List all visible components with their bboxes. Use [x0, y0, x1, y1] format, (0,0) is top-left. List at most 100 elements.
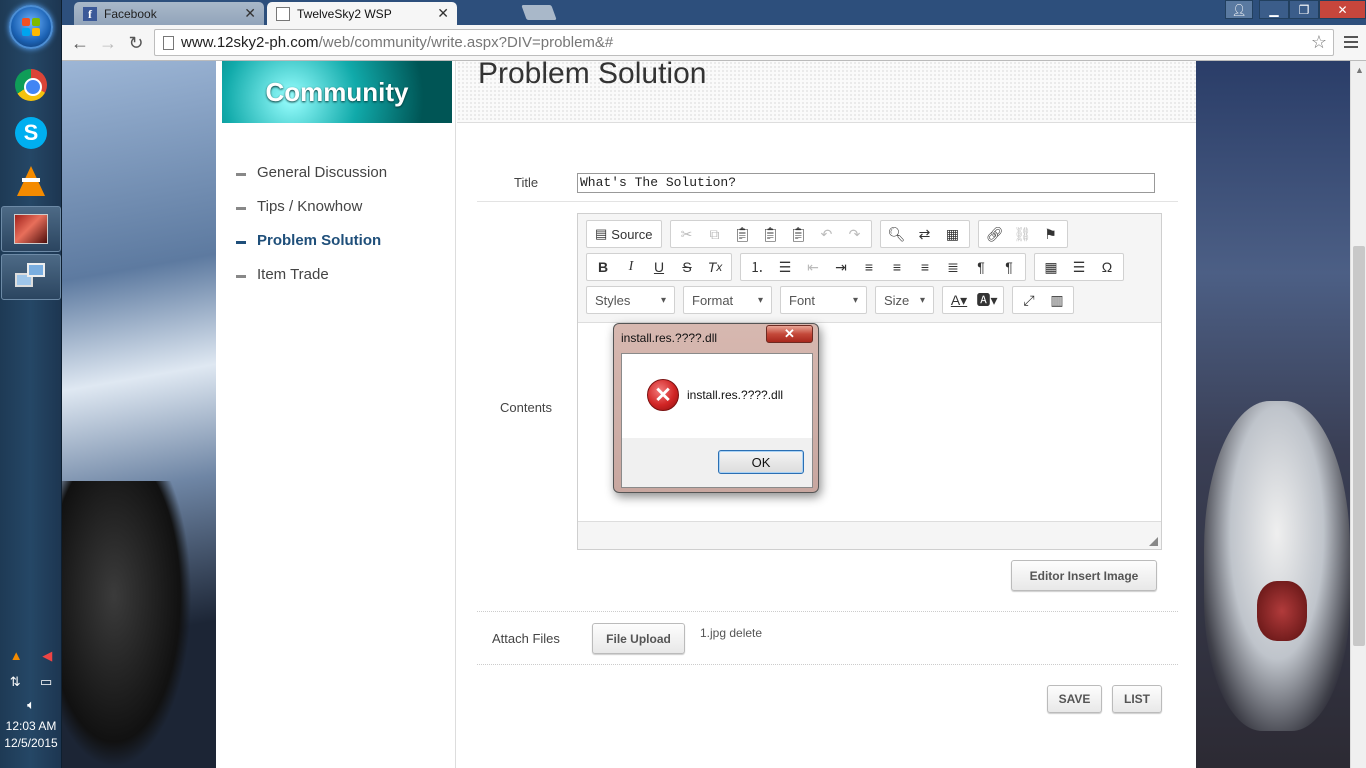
unlink-icon[interactable]: ⛓ [1009, 222, 1037, 246]
tab-facebook[interactable]: f Facebook ✕ [74, 2, 264, 25]
community-banner: Community [222, 61, 452, 123]
paste-icon[interactable]: 📋︎ [729, 222, 757, 246]
tab-label: TwelveSky2 WSP [297, 6, 392, 21]
vlc-tray-icon[interactable]: ▲ [10, 648, 23, 664]
clock-time: 12:03 AM [5, 719, 57, 733]
system-clock[interactable]: 12:03 AM 12/5/2015 [0, 718, 62, 752]
tab-twelvesky2[interactable]: TwelveSky2 WSP ✕ [267, 2, 457, 25]
format-dropdown[interactable]: Format [683, 286, 772, 314]
page-scrollbar[interactable]: ▲ [1350, 61, 1366, 768]
sidebar-item-item-trade[interactable]: Item Trade [236, 257, 387, 291]
sidebar-item-problem-solution[interactable]: Problem Solution [236, 223, 387, 257]
reload-button[interactable]: ↻ [124, 31, 148, 55]
background-tiger-mouth [1257, 581, 1307, 641]
align-left-icon[interactable]: ≡ [855, 255, 883, 279]
source-button[interactable]: ▤ Source [589, 222, 659, 246]
browser-tab-strip: f Facebook ✕ TwelveSky2 WSP ✕ 👤︎ ▁ ❐ ✕ [62, 0, 1366, 25]
justify-icon[interactable]: ≣ [939, 255, 967, 279]
maximize-icon[interactable]: ⤢ [1015, 288, 1043, 312]
sidebar-item-tips[interactable]: Tips / Knowhow [236, 189, 387, 223]
new-tab-button[interactable] [521, 5, 557, 20]
numbered-list-icon[interactable]: ⒈ [743, 255, 771, 279]
styles-dropdown[interactable]: Styles [586, 286, 675, 314]
horizontal-rule-icon[interactable]: ☰ [1065, 255, 1093, 279]
source-icon: ▤ [595, 226, 608, 241]
redo-icon[interactable]: ↷ [841, 222, 869, 246]
taskbar-vlc[interactable] [1, 158, 61, 204]
italic-icon[interactable]: I [617, 255, 645, 279]
minimize-button[interactable]: ▁ [1259, 0, 1289, 19]
bulleted-list-icon[interactable]: ☰ [771, 255, 799, 279]
close-tab-icon[interactable]: ✕ [437, 5, 449, 22]
indent-icon[interactable]: ⇥ [827, 255, 855, 279]
paste-text-icon[interactable]: 📋︎ [757, 222, 785, 246]
resize-grip-icon[interactable] [1149, 537, 1158, 546]
restore-button[interactable]: ❐ [1289, 0, 1319, 19]
file-upload-button[interactable]: File Upload [592, 623, 685, 654]
rtl-icon[interactable]: ¶ [995, 255, 1023, 279]
address-bar[interactable]: www.12sky2-ph.com/web/community/write.as… [154, 29, 1334, 56]
dash-icon [236, 207, 246, 210]
paste-word-icon[interactable]: 📋︎ [785, 222, 813, 246]
editor-insert-image-button[interactable]: Editor Insert Image [1011, 560, 1157, 591]
size-dropdown[interactable]: Size [875, 286, 934, 314]
action-center-tray-icon[interactable]: ▭ [40, 674, 52, 690]
background-character [62, 481, 192, 768]
list-button[interactable]: LIST [1112, 685, 1162, 713]
close-tab-icon[interactable]: ✕ [244, 5, 256, 22]
select-all-icon[interactable]: ▦ [939, 222, 967, 246]
table-icon[interactable]: ▦ [1037, 255, 1065, 279]
anchor-flag-icon[interactable]: ⚑ [1037, 222, 1065, 246]
volume-tray-icon[interactable]: 🔈︎ [27, 697, 35, 713]
speaker-muted-tray-icon[interactable]: ◀ [42, 648, 52, 664]
text-color-icon[interactable]: A▾ [945, 288, 973, 312]
find-icon[interactable]: 🔍︎ [883, 222, 911, 246]
copy-icon[interactable]: ⧉ [701, 222, 729, 246]
background-color-icon[interactable]: 🅰︎▾ [973, 288, 1001, 312]
back-button[interactable]: ← [68, 31, 92, 55]
taskbar-network[interactable] [1, 254, 61, 300]
windows-taskbar: S ▲ ◀ ⇅ ▭ 🔈︎ 12:03 AM 12/5/2015 [0, 0, 62, 768]
title-input[interactable]: What's The Solution? [577, 173, 1155, 193]
cut-icon[interactable]: ✂ [673, 222, 701, 246]
scroll-up-arrow-icon[interactable]: ▲ [1355, 65, 1364, 75]
remove-format-icon[interactable]: Tx [701, 255, 729, 279]
divider [477, 664, 1178, 665]
network-tray-icon[interactable]: ⇅ [10, 674, 21, 690]
sidebar-item-label: Problem Solution [257, 231, 382, 249]
taskbar-chrome[interactable] [1, 62, 61, 108]
save-button[interactable]: SAVE [1047, 685, 1102, 713]
show-blocks-icon[interactable]: ▥ [1043, 288, 1071, 312]
user-profile-icon[interactable]: 👤︎ [1225, 0, 1253, 19]
replace-icon[interactable]: ⇄ [911, 222, 939, 246]
forward-button[interactable]: → [96, 31, 120, 55]
underline-icon[interactable]: U [645, 255, 673, 279]
undo-icon[interactable]: ↶ [813, 222, 841, 246]
scrollbar-thumb[interactable] [1353, 246, 1365, 646]
size-label: Size [884, 292, 910, 308]
attached-file-text[interactable]: 1.jpg delete [700, 626, 762, 640]
start-button[interactable] [9, 5, 53, 49]
taskbar-skype[interactable]: S [1, 110, 61, 156]
content-header: Problem Solution [457, 61, 1196, 123]
bold-icon[interactable]: B [589, 255, 617, 279]
ltr-icon[interactable]: ¶ [967, 255, 995, 279]
sidebar: Community General Discussion Tips / Know… [216, 61, 456, 768]
error-dialog: install.res.????.dll ✕ ✕ install.res.???… [613, 323, 819, 493]
align-center-icon[interactable]: ≡ [883, 255, 911, 279]
font-dropdown[interactable]: Font [780, 286, 867, 314]
clock-date: 12/5/2015 [4, 736, 58, 750]
outdent-icon[interactable]: ⇤ [799, 255, 827, 279]
sidebar-item-label: General Discussion [257, 163, 388, 181]
taskbar-game[interactable] [1, 206, 61, 252]
bookmark-star-icon[interactable]: ☆ [1311, 32, 1327, 53]
chrome-menu-icon[interactable] [1344, 33, 1358, 51]
link-icon[interactable]: 🔗︎ [981, 222, 1009, 246]
ok-button[interactable]: OK [718, 450, 804, 474]
strikethrough-icon[interactable]: S [673, 255, 701, 279]
align-right-icon[interactable]: ≡ [911, 255, 939, 279]
dialog-close-button[interactable]: ✕ [766, 325, 813, 343]
special-char-omega-icon[interactable]: Ω [1093, 255, 1121, 279]
window-close-button[interactable]: ✕ [1319, 0, 1366, 19]
sidebar-item-general-discussion[interactable]: General Discussion [236, 155, 387, 189]
